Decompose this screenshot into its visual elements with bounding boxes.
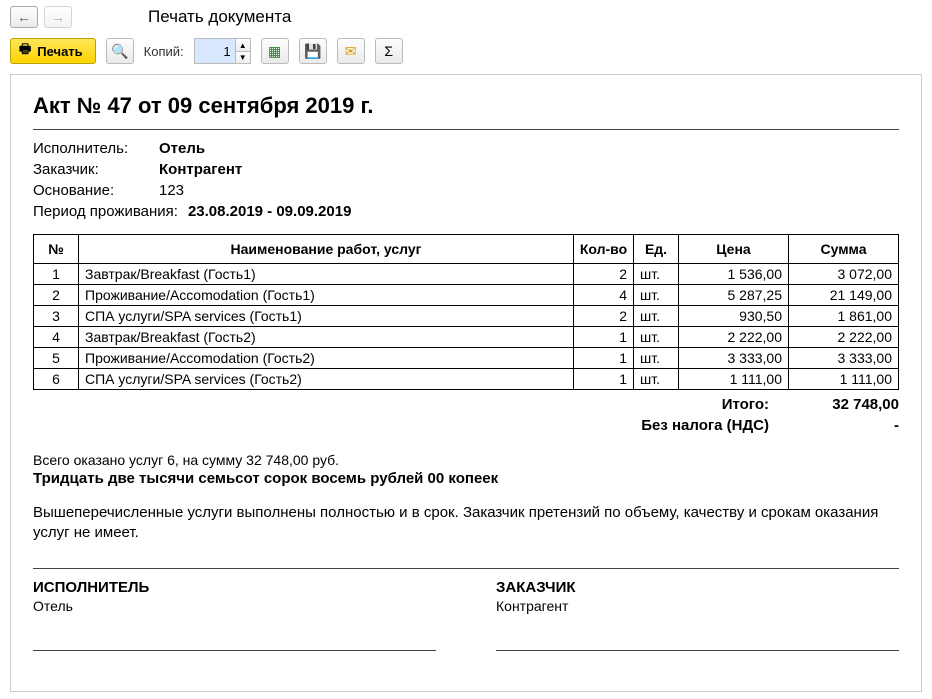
- cell-qty: 4: [574, 285, 634, 306]
- copies-down-button[interactable]: ▼: [236, 51, 250, 63]
- cell-sum: 1 111,00: [789, 369, 899, 390]
- floppy-icon: 💾: [304, 43, 321, 60]
- cell-qty: 2: [574, 306, 634, 327]
- cell-sum: 21 149,00: [789, 285, 899, 306]
- customer-signature: ЗАКАЗЧИК Контрагент: [496, 579, 899, 651]
- customer-role: ЗАКАЗЧИК: [496, 579, 899, 596]
- cell-num: 4: [34, 327, 79, 348]
- executor-signature: ИСПОЛНИТЕЛЬ Отель: [33, 579, 436, 651]
- cell-sum: 2 222,00: [789, 327, 899, 348]
- cell-unit: шт.: [634, 264, 679, 285]
- print-button-label: Печать: [37, 44, 82, 59]
- cell-qty: 1: [574, 369, 634, 390]
- cell-num: 1: [34, 264, 79, 285]
- cell-unit: шт.: [634, 327, 679, 348]
- confirmation-text: Вышеперечисленные услуги выполнены полно…: [33, 503, 899, 544]
- copies-input[interactable]: [195, 39, 235, 63]
- customer-value: Контрагент: [159, 161, 242, 178]
- print-button[interactable]: 🖶 Печать: [10, 38, 96, 64]
- cell-price: 5 287,25: [679, 285, 789, 306]
- cell-name: Проживание/Accomodation (Гость1): [79, 285, 574, 306]
- cell-num: 6: [34, 369, 79, 390]
- executor-sig-line: [33, 650, 436, 651]
- cell-qty: 1: [574, 348, 634, 369]
- table-edit-icon: ▦: [268, 43, 281, 60]
- sum-button[interactable]: Σ: [375, 38, 403, 64]
- cell-name: Завтрак/Breakfast (Гость1): [79, 264, 574, 285]
- cell-sum: 3 333,00: [789, 348, 899, 369]
- executor-label: Исполнитель:: [33, 140, 153, 157]
- signature-divider: [33, 568, 899, 569]
- cell-name: СПА услуги/SPA services (Гость1): [79, 306, 574, 327]
- col-name: Наименование работ, услуг: [79, 235, 574, 264]
- copies-up-button[interactable]: ▲: [236, 39, 250, 51]
- cell-price: 1 536,00: [679, 264, 789, 285]
- save-button[interactable]: 💾: [299, 38, 327, 64]
- cell-name: СПА услуги/SPA services (Гость2): [79, 369, 574, 390]
- copies-spinner[interactable]: ▲ ▼: [194, 38, 251, 64]
- col-sum: Сумма: [789, 235, 899, 264]
- preview-button[interactable]: 🔍: [106, 38, 134, 64]
- printer-icon: 🖶: [19, 40, 31, 62]
- cell-name: Завтрак/Breakfast (Гость2): [79, 327, 574, 348]
- customer-sig-line: [496, 650, 899, 651]
- sigma-icon: Σ: [384, 43, 393, 59]
- summary-count: Всего оказано услуг 6, на сумму 32 748,0…: [33, 452, 899, 468]
- customer-sig-name: Контрагент: [496, 598, 899, 614]
- cell-unit: шт.: [634, 369, 679, 390]
- customer-label: Заказчик:: [33, 161, 153, 178]
- col-price: Цена: [679, 235, 789, 264]
- period-value: 23.08.2019 - 09.09.2019: [188, 203, 351, 220]
- cell-price: 930,50: [679, 306, 789, 327]
- executor-sig-name: Отель: [33, 598, 436, 614]
- cell-qty: 2: [574, 264, 634, 285]
- doc-title: Акт № 47 от 09 сентября 2019 г.: [33, 93, 899, 119]
- envelope-icon: ✉: [345, 43, 357, 60]
- tax-value: -: [799, 417, 899, 434]
- edit-template-button[interactable]: ▦: [261, 38, 289, 64]
- executor-value: Отель: [159, 140, 205, 157]
- executor-role: ИСПОЛНИТЕЛЬ: [33, 579, 436, 596]
- cell-name: Проживание/Accomodation (Гость2): [79, 348, 574, 369]
- cell-price: 2 222,00: [679, 327, 789, 348]
- magnifier-icon: 🔍: [111, 43, 128, 60]
- forward-button[interactable]: →: [44, 6, 72, 28]
- page-title: Печать документа: [148, 7, 291, 27]
- divider: [33, 129, 899, 130]
- col-unit: Ед.: [634, 235, 679, 264]
- cell-sum: 1 861,00: [789, 306, 899, 327]
- items-table: № Наименование работ, услуг Кол-во Ед. Ц…: [33, 234, 899, 390]
- basis-value: 123: [159, 182, 184, 199]
- total-value: 32 748,00: [799, 396, 899, 413]
- cell-price: 1 111,00: [679, 369, 789, 390]
- cell-num: 5: [34, 348, 79, 369]
- period-label: Период проживания:: [33, 203, 178, 220]
- cell-num: 3: [34, 306, 79, 327]
- col-qty: Кол-во: [574, 235, 634, 264]
- total-label: Итого:: [609, 396, 769, 413]
- table-row: 6СПА услуги/SPA services (Гость2)1шт.1 1…: [34, 369, 899, 390]
- email-button[interactable]: ✉: [337, 38, 365, 64]
- tax-label: Без налога (НДС): [609, 417, 769, 434]
- basis-label: Основание:: [33, 182, 153, 199]
- summary-words: Тридцать две тысячи семьсот сорок восемь…: [33, 470, 899, 487]
- table-row: 1Завтрак/Breakfast (Гость1)2шт.1 536,003…: [34, 264, 899, 285]
- cell-sum: 3 072,00: [789, 264, 899, 285]
- cell-unit: шт.: [634, 285, 679, 306]
- cell-price: 3 333,00: [679, 348, 789, 369]
- cell-unit: шт.: [634, 348, 679, 369]
- back-button[interactable]: ←: [10, 6, 38, 28]
- table-row: 4Завтрак/Breakfast (Гость2)1шт.2 222,002…: [34, 327, 899, 348]
- cell-num: 2: [34, 285, 79, 306]
- cell-unit: шт.: [634, 306, 679, 327]
- table-row: 2Проживание/Accomodation (Гость1)4шт.5 2…: [34, 285, 899, 306]
- col-num: №: [34, 235, 79, 264]
- table-row: 3СПА услуги/SPA services (Гость1)2шт.930…: [34, 306, 899, 327]
- copies-label: Копий:: [144, 44, 184, 59]
- document-preview: Акт № 47 от 09 сентября 2019 г. Исполнит…: [10, 74, 922, 692]
- table-row: 5Проживание/Accomodation (Гость2)1шт.3 3…: [34, 348, 899, 369]
- cell-qty: 1: [574, 327, 634, 348]
